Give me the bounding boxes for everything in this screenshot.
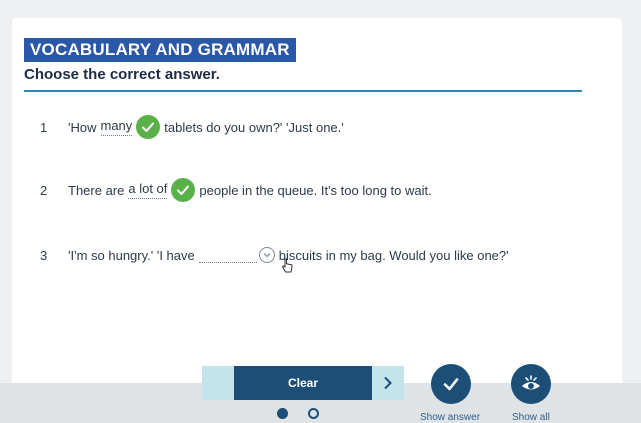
hand-pointer-icon xyxy=(280,258,294,279)
eye-icon xyxy=(522,375,540,390)
page-dot-2[interactable] xyxy=(308,408,319,419)
question-text-after: biscuits in my bag. Would you like one?' xyxy=(278,247,509,263)
question-3: 3 'I'm so hungry.' 'I have biscuits in m… xyxy=(40,240,509,270)
previous-button[interactable] xyxy=(202,366,234,400)
answer-dropdown[interactable] xyxy=(198,247,275,263)
question-2: 2 There are a lot of people in the queue… xyxy=(40,175,432,205)
show-all-button[interactable] xyxy=(511,364,551,404)
question-number: 1 xyxy=(40,119,48,135)
chevron-right-icon xyxy=(384,376,392,390)
pagination-dots xyxy=(277,408,319,419)
page-dot-1[interactable] xyxy=(277,408,288,419)
checkmark-icon xyxy=(443,378,459,391)
show-all-label: Show all xyxy=(512,412,550,423)
question-text-after: tablets do you own?' 'Just one.' xyxy=(164,119,344,135)
question-text-after: people in the queue. It's too long to wa… xyxy=(199,182,432,198)
answer-blank[interactable]: many xyxy=(100,115,161,139)
clear-button[interactable]: Clear xyxy=(234,366,372,400)
question-text-before: 'I'm so hungry.' 'I have xyxy=(68,247,195,263)
instruction-text: Choose the correct answer. xyxy=(24,66,220,83)
correct-check-icon xyxy=(136,115,161,139)
answer-blank[interactable]: a lot of xyxy=(128,178,196,202)
next-button[interactable] xyxy=(372,366,404,400)
show-answer-button[interactable] xyxy=(431,364,471,404)
question-number: 2 xyxy=(40,182,48,198)
selected-answer: many xyxy=(100,118,133,136)
divider xyxy=(24,90,582,92)
show-answer-label: Show answer xyxy=(420,412,481,423)
question-text-before: 'How xyxy=(68,119,97,135)
question-number: 3 xyxy=(40,247,48,263)
empty-answer-field[interactable] xyxy=(198,248,257,263)
chevron-down-icon[interactable] xyxy=(258,247,275,263)
selected-answer: a lot of xyxy=(128,181,168,199)
correct-check-icon xyxy=(171,178,196,202)
section-title: VOCABULARY AND GRAMMAR xyxy=(24,38,296,62)
question-text-before: There are xyxy=(68,182,125,198)
question-1: 1 'How many tablets do you own?' 'Just o… xyxy=(40,112,344,142)
clear-button-group: Clear xyxy=(202,366,404,402)
